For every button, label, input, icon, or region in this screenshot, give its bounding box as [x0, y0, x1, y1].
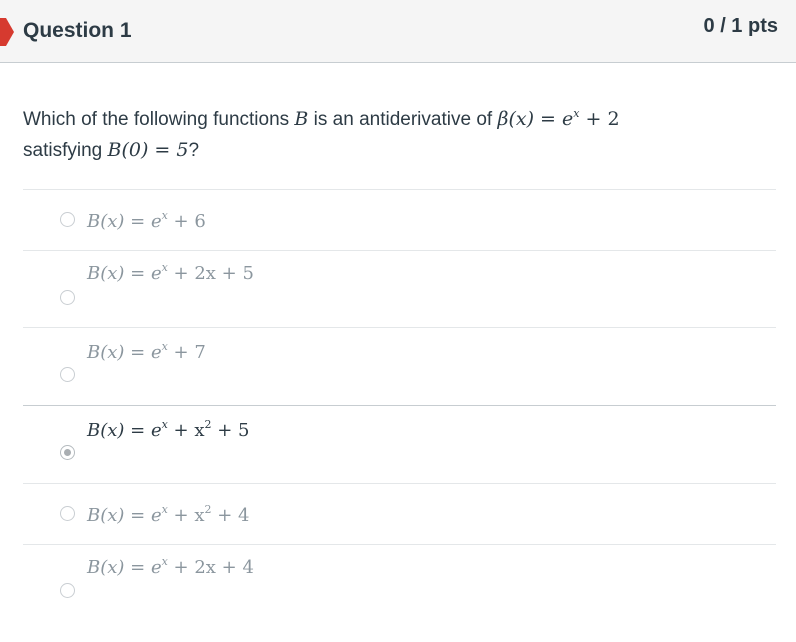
answer-label[interactable]: B(x) = ex + 2x + 4 [87, 555, 254, 578]
question-text-mid: is an antiderivative of [313, 109, 493, 130]
radio-button[interactable] [60, 290, 75, 305]
answer-list: B(x) = ex + 6 B(x) = ex + 2x + 5 B(x) = … [23, 189, 776, 614]
incorrect-flag-icon [0, 18, 14, 46]
question-mark: ? [188, 140, 200, 161]
answer-label[interactable]: B(x) = ex + 7 [87, 340, 206, 363]
answer-label[interactable]: B(x) = ex + 6 [87, 209, 206, 232]
answer-option[interactable]: B(x) = ex + 7 [23, 327, 776, 405]
question-line2-prefix: satisfying [23, 140, 103, 161]
answer-option[interactable]: B(x) = ex + 2x + 4 [23, 544, 776, 614]
answer-label[interactable]: B(x) = ex + 2x + 5 [87, 261, 254, 284]
radio-button[interactable] [60, 367, 75, 382]
answer-label[interactable]: B(x) = ex + x2 + 4 [87, 503, 250, 526]
answer-option[interactable]: B(x) = ex + x2 + 4 [23, 483, 776, 544]
answer-option-selected[interactable]: B(x) = ex + x2 + 5 [23, 405, 776, 483]
radio-button[interactable] [60, 583, 75, 598]
beta-expression: β(x) = ex + 2 [497, 107, 620, 130]
question-text: Which of the following functions B is an… [23, 99, 763, 166]
question-header: Question 1 0 / 1 pts [0, 0, 796, 63]
answer-option[interactable]: B(x) = ex + 6 [23, 189, 776, 250]
radio-button-checked[interactable] [60, 445, 75, 460]
initial-condition: B(0) = 5 [107, 139, 189, 161]
radio-button[interactable] [60, 212, 75, 227]
question-points: 0 / 1 pts [703, 15, 778, 37]
question-title: Question 1 [23, 19, 132, 42]
answer-label[interactable]: B(x) = ex + x2 + 5 [87, 418, 250, 441]
var-b: B [294, 108, 309, 130]
question-text-prefix: Which of the following functions [23, 109, 290, 130]
radio-button[interactable] [60, 506, 75, 521]
answer-option[interactable]: B(x) = ex + 2x + 5 [23, 250, 776, 327]
